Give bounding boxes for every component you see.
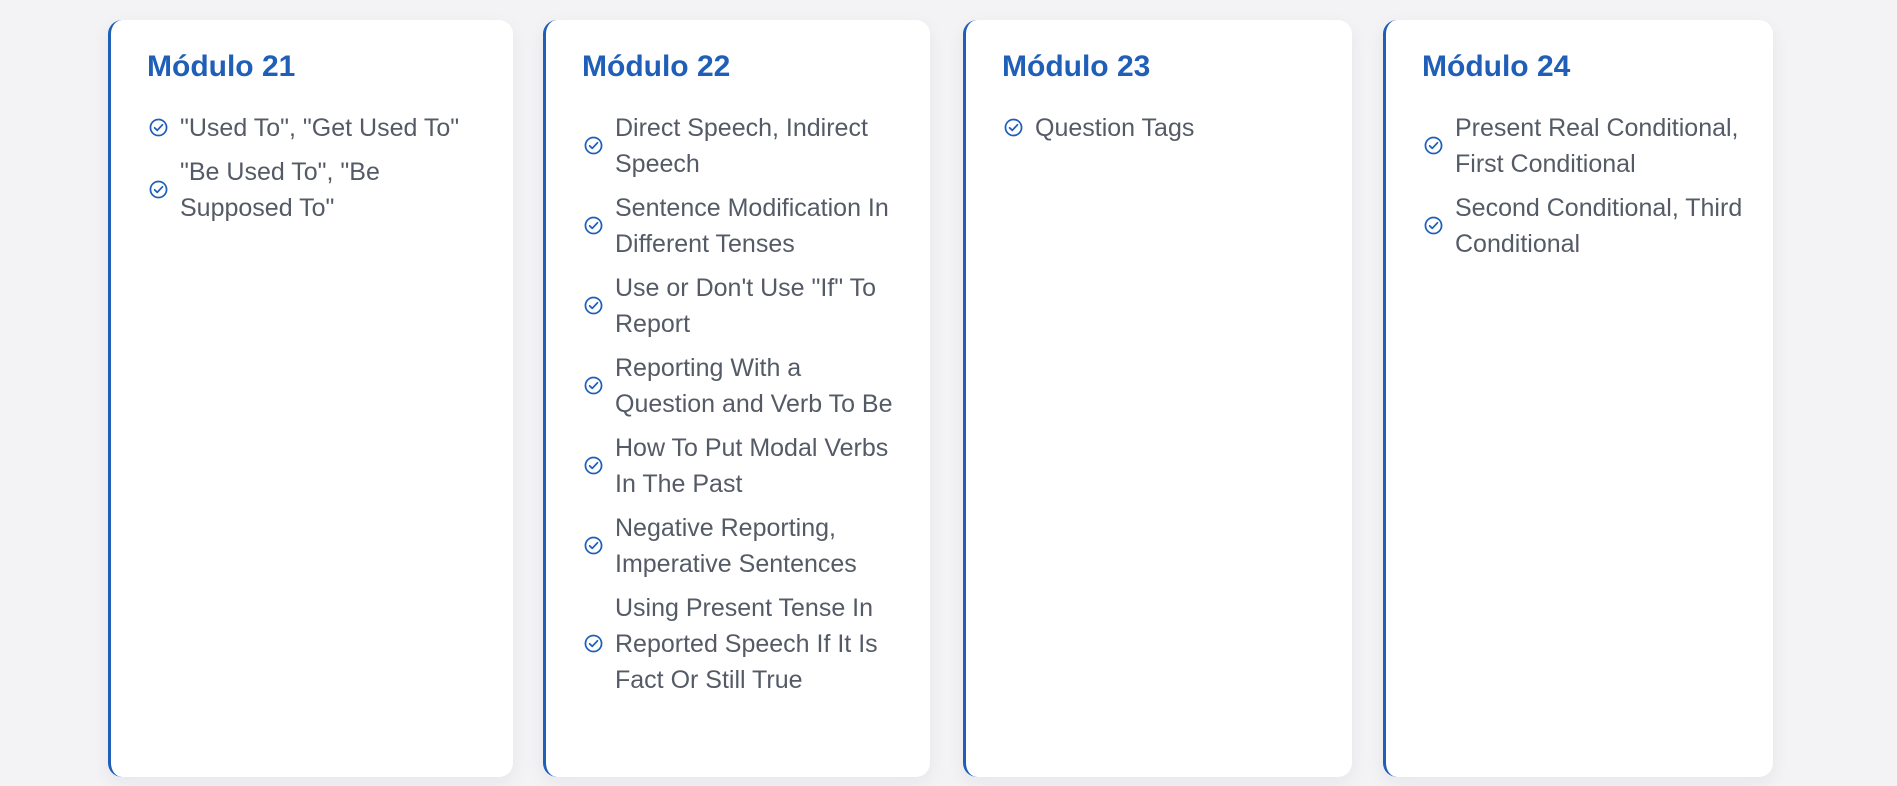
topic-list: "Used To", "Get Used To" "Be Used To", "… <box>147 110 489 226</box>
topic-list: Question Tags <box>1002 110 1328 146</box>
topic-list: Present Real Conditional, First Conditio… <box>1422 110 1749 262</box>
topic-list: Direct Speech, Indirect Speech Sentence … <box>582 110 906 698</box>
topic-label: Sentence Modification In Different Tense… <box>615 193 889 258</box>
check-circle-icon <box>582 375 604 397</box>
topic-item: "Be Used To", "Be Supposed To" <box>147 154 489 226</box>
check-circle-icon <box>147 179 169 201</box>
check-circle-icon <box>582 135 604 157</box>
module-card-22: Módulo 22 Direct Speech, Indirect Speech <box>543 20 930 777</box>
topic-item: Question Tags <box>1002 110 1328 146</box>
check-circle-icon <box>582 455 604 477</box>
module-title: Módulo 24 <box>1422 50 1571 83</box>
topic-label: "Be Used To", "Be Supposed To" <box>180 157 380 222</box>
topic-label: Using Present Tense In Reported Speech I… <box>615 593 878 694</box>
check-circle-icon <box>582 535 604 557</box>
topic-label: Reporting With a Question and Verb To Be <box>615 353 893 418</box>
check-circle-icon <box>1422 135 1444 157</box>
topic-item: Use or Don't Use "If" To Report <box>582 270 906 342</box>
topic-label: How To Put Modal Verbs In The Past <box>615 433 889 498</box>
topic-item: Negative Reporting, Imperative Sentences <box>582 510 906 582</box>
topic-item: Reporting With a Question and Verb To Be <box>582 350 906 422</box>
module-card-21: Módulo 21 "Used To", "Get Used To" "Be U… <box>108 20 513 777</box>
check-circle-icon <box>1422 215 1444 237</box>
module-cards-grid: Módulo 21 "Used To", "Get Used To" "Be U… <box>108 20 1773 777</box>
topic-item: Present Real Conditional, First Conditio… <box>1422 110 1749 182</box>
module-title: Módulo 21 <box>147 50 296 83</box>
topic-item: "Used To", "Get Used To" <box>147 110 489 146</box>
topic-label: Second Conditional, Third Conditional <box>1455 193 1743 258</box>
topic-label: Direct Speech, Indirect Speech <box>615 113 868 178</box>
topic-label: Present Real Conditional, First Conditio… <box>1455 113 1739 178</box>
module-title: Módulo 22 <box>582 50 731 83</box>
check-circle-icon <box>1002 117 1024 139</box>
topic-item: How To Put Modal Verbs In The Past <box>582 430 906 502</box>
check-circle-icon <box>582 215 604 237</box>
check-circle-icon <box>147 117 169 139</box>
check-circle-icon <box>582 295 604 317</box>
topic-label: Negative Reporting, Imperative Sentences <box>615 513 857 578</box>
topic-label: "Used To", "Get Used To" <box>180 113 460 142</box>
topic-item: Direct Speech, Indirect Speech <box>582 110 906 182</box>
topic-label: Use or Don't Use "If" To Report <box>615 273 877 338</box>
module-title: Módulo 23 <box>1002 50 1151 83</box>
module-card-24: Módulo 24 Present Real Conditional, Firs… <box>1383 20 1773 777</box>
topic-label: Question Tags <box>1035 113 1195 142</box>
topic-item: Using Present Tense In Reported Speech I… <box>582 590 906 698</box>
check-circle-icon <box>582 633 604 655</box>
topic-item: Sentence Modification In Different Tense… <box>582 190 906 262</box>
module-card-23: Módulo 23 Question Tags <box>963 20 1352 777</box>
topic-item: Second Conditional, Third Conditional <box>1422 190 1749 262</box>
